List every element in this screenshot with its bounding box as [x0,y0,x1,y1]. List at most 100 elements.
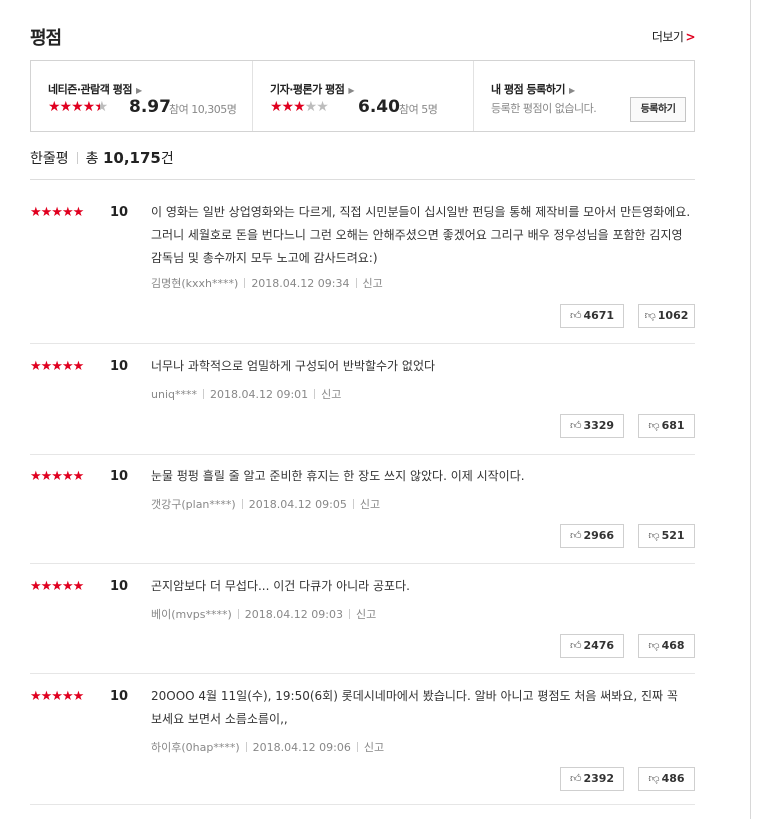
thumbs-up-icon: 👍︎ [569,419,582,432]
review-stars: ★★★★★ [30,205,84,220]
like-button[interactable]: 👍︎ 2392 [560,767,624,791]
review-score: 10 [110,689,129,704]
like-count: 2476 [583,639,615,652]
dislike-button[interactable]: 👎︎ 521 [638,524,695,548]
like-button[interactable]: 👍︎ 2966 [560,524,624,548]
review-count-label: 한줄평 [30,151,69,167]
critic-star-rating: ★★★★★ [270,99,329,115]
review-text: 곤지암보다 더 무섭다... 이건 다큐가 아니라 공포다. [151,579,410,593]
thumbs-down-icon: 👎︎ [644,309,656,322]
thumbs-down-icon: 👎︎ [648,419,660,432]
review-stars: ★★★★★ [30,469,84,484]
like-count: 2392 [583,772,615,785]
report-link[interactable]: 신고 [363,277,383,290]
dislike-button[interactable]: 👎︎ 681 [638,414,695,438]
dislike-count: 1062 [657,309,689,322]
triangle-right-icon: ▶ [135,86,142,95]
thumbs-down-icon: 👎︎ [648,529,660,542]
netizen-rating-label[interactable]: 네티즌·관람객 평점 [48,83,132,96]
review-date: 2018.04.12 09:34 [251,277,350,290]
critic-participants: 참여 5명 [399,103,438,116]
chevron-right-icon: > [685,30,695,44]
dislike-count: 681 [661,419,685,432]
thumbs-down-icon: 👎︎ [648,639,660,652]
divider [30,804,695,805]
thumbs-up-icon: 👍︎ [569,529,582,542]
review-text: 너무나 과학적으로 엄밀하게 구성되어 반박할수가 없었다 [151,359,436,373]
review-score: 10 [110,579,129,594]
dislike-count: 468 [661,639,685,652]
divider [30,563,695,564]
review-stars: ★★★★★ [30,689,84,704]
my-rating-note: 등록한 평점이 없습니다. [491,102,597,115]
dislike-count: 486 [661,772,685,785]
critic-score: 6.40 [358,97,400,117]
critic-rating-label[interactable]: 기자·평론가 평점 [270,83,345,96]
rating-summary-box: 네티즌·관람객 평점▶ ★★★★★★ 8.97 참여 10,305명 기자·평론… [30,60,695,132]
divider [30,343,695,344]
like-button[interactable]: 👍︎ 2476 [560,634,624,658]
review-text: 이 영화는 일반 상업영화와는 다르게, 직접 시민분들이 십시일반 펀딩을 통… [151,205,691,265]
dislike-button[interactable]: 👎︎ 468 [638,634,695,658]
divider [30,454,695,455]
review-text: 20OOO 4월 11일(수), 19:50(6회) 롯데시네마에서 봤습니다.… [151,689,678,726]
thumbs-up-icon: 👍︎ [569,309,582,322]
total-count: 10,175 [102,149,161,167]
dislike-button[interactable]: 👎︎ 1062 [638,304,695,328]
netizen-star-rating: ★★★★★★ [48,99,108,115]
netizen-participants: 참여 10,305명 [169,103,237,116]
review-meta: uniq**** 2018.04.12 09:01 신고 [151,386,341,402]
review-date: 2018.04.12 09:01 [209,388,309,401]
thumbs-up-icon: 👍︎ [569,639,582,652]
review-author[interactable]: uniq**** [151,388,197,401]
review-date: 2018.04.12 09:03 [244,608,343,621]
total-suffix: 건 [160,151,174,167]
review-date: 2018.04.12 09:05 [248,498,347,511]
critic-rating: 기자·평론가 평점 ▶ ★★★★★ 6.40 참여 5명 [252,61,473,131]
review-meta: 김명현(kxxh****) 2018.04.12 09:34 신고 [151,275,383,291]
report-link[interactable]: 신고 [360,498,380,511]
like-count: 3329 [583,419,615,432]
section-title: 평점 [30,28,62,49]
review-text: 눈물 펑펑 흘릴 줄 알고 준비한 휴지는 한 장도 쓰지 않았다. 이제 시작… [151,469,525,483]
right-border-line [750,0,751,819]
review-score: 10 [110,359,129,374]
thumbs-up-icon: 👍︎ [569,772,582,785]
like-count: 4671 [583,309,615,322]
review-author[interactable]: 베이(mvps****) [151,608,232,621]
register-rating-button[interactable]: 등록하기 [630,97,686,122]
review-score: 10 [110,205,129,220]
divider [30,673,695,674]
review-meta: 하이후(0hap****) 2018.04.12 09:06 신고 [151,739,384,755]
report-link[interactable]: 신고 [364,741,384,754]
triangle-right-icon: ▶ [348,86,355,95]
more-link[interactable]: 더보기 > [652,28,696,45]
netizen-score: 8.97 [129,97,171,117]
review-meta: 갯강구(plan****) 2018.04.12 09:05 신고 [151,496,380,512]
like-button[interactable]: 👍︎ 4671 [560,304,624,328]
report-link[interactable]: 신고 [356,608,376,621]
review-stars: ★★★★★ [30,579,84,594]
dislike-count: 521 [661,529,685,542]
review-score: 10 [110,469,129,484]
review-author[interactable]: 김명현(kxxh****) [151,277,238,290]
triangle-right-icon: ▶ [569,86,575,95]
review-count: 한줄평 총 10,175건 [30,148,174,168]
netizen-rating: 네티즌·관람객 평점▶ ★★★★★★ 8.97 참여 10,305명 [31,61,251,131]
like-count: 2966 [583,529,615,542]
review-stars: ★★★★★ [30,359,84,374]
more-label[interactable]: 더보기 [652,30,684,44]
divider [76,152,78,164]
total-prefix: 총 [85,151,99,167]
review-author[interactable]: 갯강구(plan****) [151,498,236,511]
dislike-button[interactable]: 👎︎ 486 [638,767,695,791]
my-rating: 내 평점 등록하기 ▶ 등록한 평점이 없습니다. 등록하기 [473,61,695,131]
my-rating-link[interactable]: 내 평점 등록하기 ▶ [491,81,575,97]
review-meta: 베이(mvps****) 2018.04.12 09:03 신고 [151,606,376,622]
review-author[interactable]: 하이후(0hap****) [151,741,240,754]
netizen-rating-link[interactable]: 네티즌·관람객 평점 ▶ [48,81,142,97]
my-rating-label[interactable]: 내 평점 등록하기 [491,83,566,96]
like-button[interactable]: 👍︎ 3329 [560,414,624,438]
critic-rating-link[interactable]: 기자·평론가 평점 ▶ [270,81,354,97]
report-link[interactable]: 신고 [321,388,341,401]
